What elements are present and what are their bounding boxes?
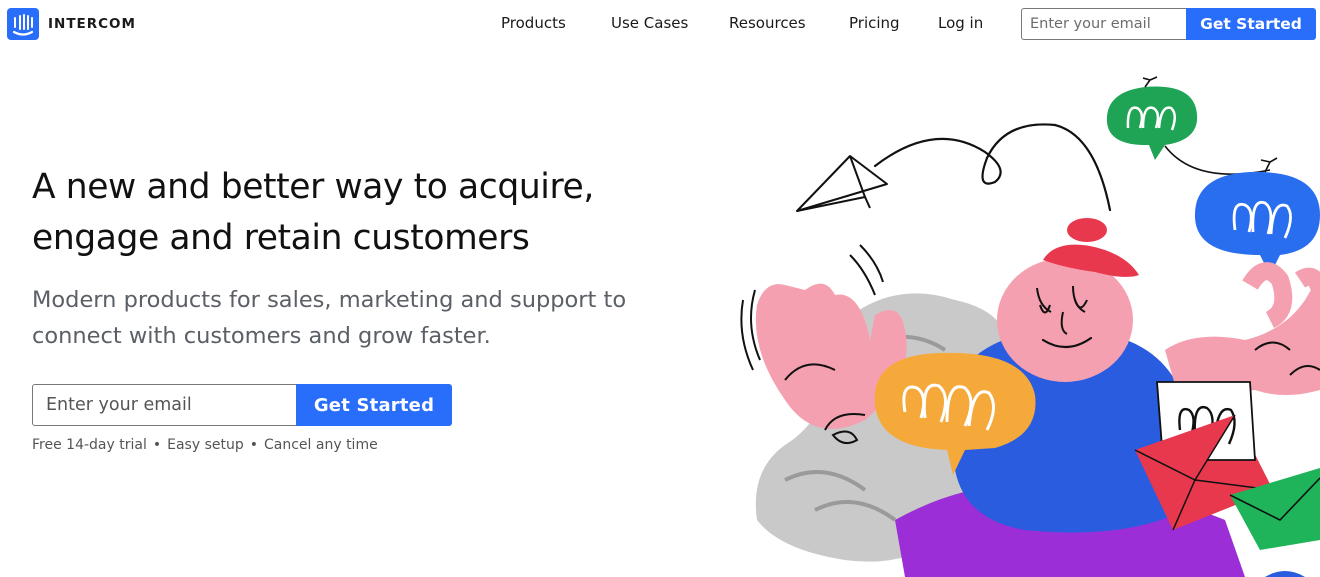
- hero-title-line-1: A new and better way to acquire,: [32, 167, 594, 207]
- hero-email-input[interactable]: [32, 384, 296, 426]
- feature-free-trial: Free 14-day trial: [32, 437, 147, 453]
- chat-bubble-icon: [1194, 157, 1320, 275]
- brand-logo[interactable]: INTERCOM: [7, 8, 136, 40]
- header-get-started-button[interactable]: Get Started: [1186, 8, 1316, 40]
- hero-subtitle-line-1: Modern products for sales, marketing and…: [32, 287, 627, 313]
- nav-resources[interactable]: Resources: [729, 14, 806, 32]
- hero-illustration: [725, 50, 1320, 577]
- feature-easy-setup: Easy setup: [167, 437, 244, 453]
- site-header: INTERCOM Products Use Cases Resources Pr…: [0, 0, 1320, 50]
- header-email-input[interactable]: [1021, 8, 1186, 40]
- brand-name: INTERCOM: [48, 16, 136, 32]
- paper-plane-icon: [796, 155, 888, 212]
- character-icon: [997, 218, 1139, 382]
- header-signup-form: Get Started: [1021, 8, 1316, 40]
- hero-subtitle: Modern products for sales, marketing and…: [32, 282, 712, 354]
- nav-pricing[interactable]: Pricing: [849, 14, 900, 32]
- feature-cancel-any-time: Cancel any time: [264, 437, 378, 453]
- hero-signup-form: Get Started: [32, 384, 452, 426]
- hero-title: A new and better way to acquire, engage …: [32, 162, 672, 264]
- chat-bubble-icon: [1106, 76, 1271, 175]
- intercom-logo-icon: [7, 8, 39, 40]
- hero-get-started-button[interactable]: Get Started: [296, 384, 452, 426]
- feature-separator: •: [152, 437, 162, 453]
- hero-title-line-2: engage and retain customers: [32, 218, 530, 258]
- nav-products[interactable]: Products: [501, 14, 566, 32]
- nav-use-cases[interactable]: Use Cases: [611, 14, 688, 32]
- hero-subtitle-line-2: connect with customers and grow faster.: [32, 323, 491, 349]
- nav-log-in[interactable]: Log in: [938, 14, 983, 32]
- character-right-hand: [1165, 262, 1320, 395]
- feature-separator: •: [249, 437, 258, 453]
- feature-list: Free 14-day trial • Easy setup • Cancel any …: [32, 437, 378, 453]
